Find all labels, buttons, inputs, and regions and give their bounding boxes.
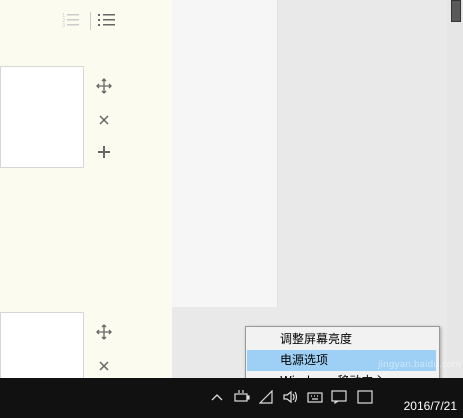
move-icon[interactable] [94,322,114,342]
clock[interactable]: 2016/7/21 [404,399,457,413]
input-method-icon[interactable] [356,388,374,406]
toolbar-divider [90,12,91,30]
delete-icon[interactable] [94,356,114,376]
delete-icon[interactable] [94,110,114,130]
text-block[interactable] [0,66,84,168]
add-icon[interactable] [94,142,114,162]
volume-icon[interactable] [282,388,300,406]
scrollbar[interactable] [447,0,463,378]
watermark: jingyan.baidu.com [378,360,462,370]
taskbar: 2016/7/21 [0,378,463,418]
editor-panel: 1 2 3 [0,0,172,379]
bulleted-list-icon[interactable] [98,12,116,28]
svg-text:3: 3 [62,23,65,28]
scrollbar-thumb[interactable] [451,0,461,22]
wifi-icon[interactable] [258,388,276,406]
menu-item-adjust-brightness[interactable]: 调整屏幕亮度 [247,329,436,350]
chevron-up-icon[interactable] [208,388,226,406]
move-icon[interactable] [94,76,114,96]
numbered-list-icon[interactable]: 1 2 3 [62,12,80,28]
side-panel [172,0,278,307]
battery-icon[interactable] [233,388,251,406]
keyboard-icon[interactable] [306,388,324,406]
text-block[interactable] [0,312,84,379]
action-center-icon[interactable] [330,388,348,406]
